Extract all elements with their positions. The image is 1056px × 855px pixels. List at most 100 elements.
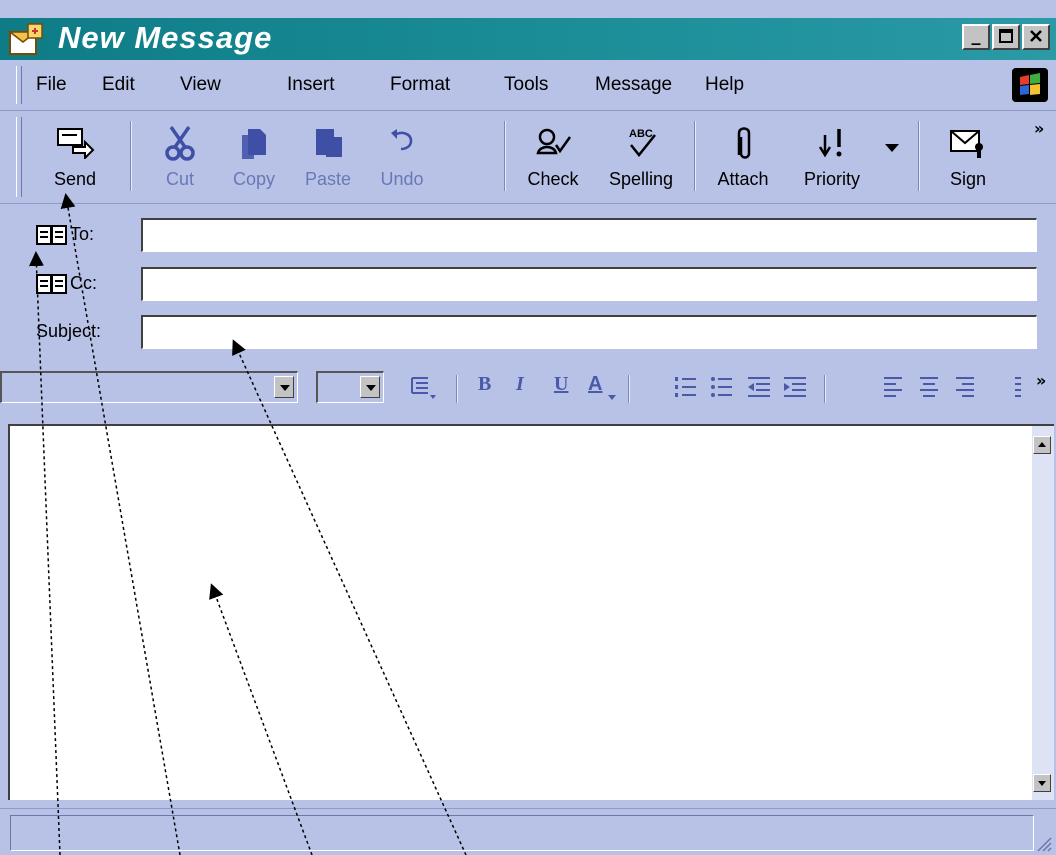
sign-icon [950,130,983,158]
scroll-down-button[interactable] [1033,774,1051,792]
close-button[interactable] [1022,24,1050,50]
attach-label: Attach [717,169,769,189]
subject-field[interactable] [141,315,1037,349]
address-book-icon [36,225,67,245]
bullet-list-icon[interactable] [710,375,734,401]
subject-label: Subject: [36,321,102,341]
cc-field[interactable] [141,267,1037,301]
menu-view[interactable]: View [180,74,221,96]
toolbar-separator [918,121,920,191]
menu-help[interactable]: Help [705,74,744,96]
toolbar-separator [130,121,132,191]
svg-text:ABC: ABC [629,128,653,140]
title-bar[interactable]: New Message _ [0,18,1056,60]
status-bar [0,808,1056,855]
spelling-label: Spelling [608,169,674,189]
spelling-button[interactable]: ABC Spelling [598,115,684,199]
spelling-icon: ABC [629,128,656,158]
format-separator [628,375,630,403]
format-separator [824,375,826,403]
check-names-icon [536,128,572,155]
menu-file[interactable]: File [36,74,67,96]
resize-grip-icon[interactable] [1034,834,1052,852]
cc-label[interactable]: Cc: [70,273,97,294]
font-color-button[interactable]: A [588,373,602,396]
send-button[interactable]: Send [40,115,110,199]
bold-button[interactable]: B [478,373,491,396]
paste-icon [316,129,342,157]
new-message-icon [8,23,43,55]
send-icon [57,128,95,159]
chevron-down-icon [274,376,294,398]
toolbar-grip[interactable] [16,117,22,197]
format-separator [456,375,458,403]
menu-format[interactable]: Format [390,74,450,96]
send-label: Send [53,169,97,189]
body-scrollbar[interactable] [1032,426,1054,800]
check-names-button[interactable]: Check [516,115,590,199]
menu-edit[interactable]: Edit [102,74,135,96]
formatting-toolbar: B I U A » [0,365,1056,411]
chevron-down-icon [360,376,380,398]
maximize-icon [999,29,1013,43]
format-more-button[interactable]: » [1036,371,1046,390]
align-left-icon[interactable] [882,375,904,401]
subject-row: Subject: [0,311,1056,351]
scissors-icon [165,125,195,161]
undo-button[interactable]: Undo [370,115,434,199]
cut-button[interactable]: Cut [148,115,212,199]
to-row: To: [0,214,1056,254]
priority-button[interactable]: Priority [788,115,876,199]
align-center-icon[interactable] [918,375,940,401]
message-body[interactable] [8,424,1054,800]
standard-toolbar: Send Cut Copy Paste Undo Check ABC Spell… [0,111,1056,204]
to-field[interactable] [141,218,1037,252]
italic-button[interactable]: I [516,373,524,396]
underline-button[interactable]: U [554,373,568,396]
toolbar-more-button[interactable]: » [1034,119,1044,138]
paragraph-style-icon[interactable] [410,375,438,401]
to-label[interactable]: To: [70,224,94,245]
numbered-list-icon[interactable] [674,375,698,401]
menu-grip[interactable] [16,66,22,104]
menu-tools[interactable]: Tools [504,74,548,96]
minimize-button[interactable]: _ [962,24,990,50]
menu-message[interactable]: Message [595,74,672,96]
justify-icon[interactable] [1014,375,1022,401]
cc-row: Cc: [0,263,1056,303]
menu-bar: File Edit View Insert Format Tools Messa… [0,60,1056,111]
scroll-up-button[interactable] [1033,436,1051,454]
address-book-icon [36,274,67,294]
new-message-window: New Message _ File Edit View Insert Form… [0,0,1056,855]
priority-dropdown-button[interactable] [884,141,900,157]
undo-icon [391,129,413,151]
align-right-icon[interactable] [954,375,976,401]
toolbar-separator [504,121,506,191]
maximize-button[interactable] [992,24,1020,50]
font-size-select[interactable] [316,371,384,403]
check-label: Check [527,169,579,189]
chevron-down-icon [885,144,899,152]
chevron-down-icon [608,395,616,400]
windows-logo-icon [1012,68,1048,102]
attach-button[interactable]: Attach [706,115,780,199]
copy-label: Copy [232,169,276,189]
close-icon [1030,30,1042,42]
copy-button[interactable]: Copy [222,115,286,199]
status-panel [10,815,1034,851]
toolbar-separator [694,121,696,191]
window-title: New Message [58,20,273,55]
sign-label: Sign [949,169,987,189]
undo-label: Undo [380,169,424,189]
increase-indent-icon[interactable] [782,375,808,401]
minimize-icon: _ [971,25,981,46]
decrease-indent-icon[interactable] [746,375,772,401]
copy-icon [242,129,266,159]
font-name-select[interactable] [0,371,298,403]
priority-icon [818,129,842,158]
priority-label: Priority [803,169,860,189]
menu-insert[interactable]: Insert [287,74,335,96]
paste-button[interactable]: Paste [296,115,360,199]
paperclip-icon [737,127,751,159]
sign-button[interactable]: Sign [934,115,1002,199]
